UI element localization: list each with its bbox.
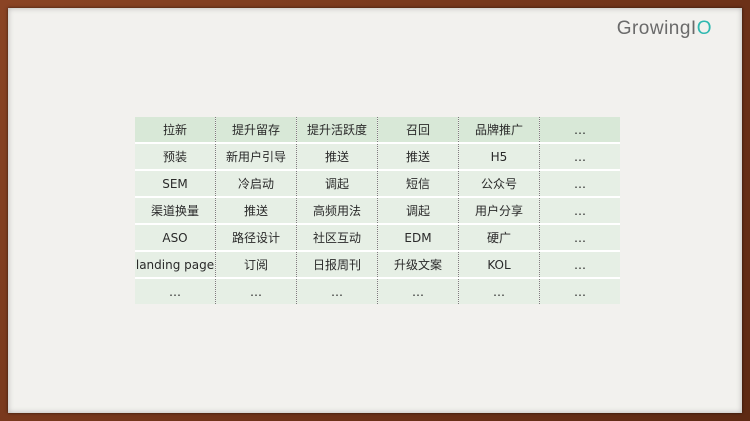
table-cell: 预装: [135, 143, 216, 171]
table-cell: …: [377, 278, 459, 304]
table-cell: 日报周刊: [296, 251, 378, 279]
table-cell: 公众号: [458, 170, 540, 198]
table-cell: 调起: [296, 170, 378, 198]
table-cell: 硬广: [458, 224, 540, 252]
table-cell: …: [135, 278, 216, 304]
table-cell: 订阅: [215, 251, 297, 279]
table-cell: H5: [458, 143, 540, 171]
table-row: 渠道换量 推送 高频用法 调起 用户分享 …: [135, 197, 620, 225]
table-row: 预装 新用户引导 推送 推送 H5 …: [135, 143, 620, 171]
header-cell: 提升留存: [215, 117, 297, 144]
logo-accent: O: [696, 18, 712, 39]
table-cell: …: [539, 170, 620, 198]
table-cell: EDM: [377, 224, 459, 252]
table-cell: 新用户引导: [215, 143, 297, 171]
table-cell: 推送: [215, 197, 297, 225]
table-cell: …: [539, 278, 620, 304]
table-cell: landing page: [135, 251, 216, 279]
table-cell: ASO: [135, 224, 216, 252]
table-cell: SEM: [135, 170, 216, 198]
table-cell: 推送: [296, 143, 378, 171]
table-cell: …: [296, 278, 378, 304]
table-cell: 冷启动: [215, 170, 297, 198]
table-row: SEM 冷启动 调起 短信 公众号 …: [135, 170, 620, 198]
table-row: ASO 路径设计 社区互动 EDM 硬广 …: [135, 224, 620, 252]
growingio-logo: GrowingIO: [617, 18, 712, 40]
table-cell: 高频用法: [296, 197, 378, 225]
table-header-row: 拉新 提升留存 提升活跃度 召回 品牌推广 …: [135, 117, 620, 144]
logo-text: GrowingI: [616, 18, 697, 39]
table-cell: 推送: [377, 143, 459, 171]
table-cell: 用户分享: [458, 197, 540, 225]
slide-frame: GrowingIO 拉新 提升留存 提升活跃度 召回 品牌推广 … 预装 新用户…: [0, 0, 750, 421]
header-cell: 召回: [377, 117, 459, 144]
table-cell: …: [539, 143, 620, 171]
table-cell: …: [458, 278, 540, 304]
slide-canvas: GrowingIO 拉新 提升留存 提升活跃度 召回 品牌推广 … 预装 新用户…: [8, 8, 742, 413]
header-cell: …: [539, 117, 620, 144]
table-cell: 调起: [377, 197, 459, 225]
header-cell: 提升活跃度: [296, 117, 378, 144]
growth-methods-table: 拉新 提升留存 提升活跃度 召回 品牌推广 … 预装 新用户引导 推送 推送 H…: [135, 117, 620, 304]
table-cell: …: [215, 278, 297, 304]
table-row: … … … … … …: [135, 278, 620, 304]
table-cell: …: [539, 197, 620, 225]
header-cell: 品牌推广: [458, 117, 540, 144]
table-cell: 短信: [377, 170, 459, 198]
header-cell: 拉新: [135, 117, 216, 144]
table-cell: …: [539, 251, 620, 279]
table-cell: 社区互动: [296, 224, 378, 252]
table-cell: 渠道换量: [135, 197, 216, 225]
table-cell: 路径设计: [215, 224, 297, 252]
table-row: landing page 订阅 日报周刊 升级文案 KOL …: [135, 251, 620, 279]
table-cell: KOL: [458, 251, 540, 279]
table-cell: 升级文案: [377, 251, 459, 279]
table-cell: …: [539, 224, 620, 252]
